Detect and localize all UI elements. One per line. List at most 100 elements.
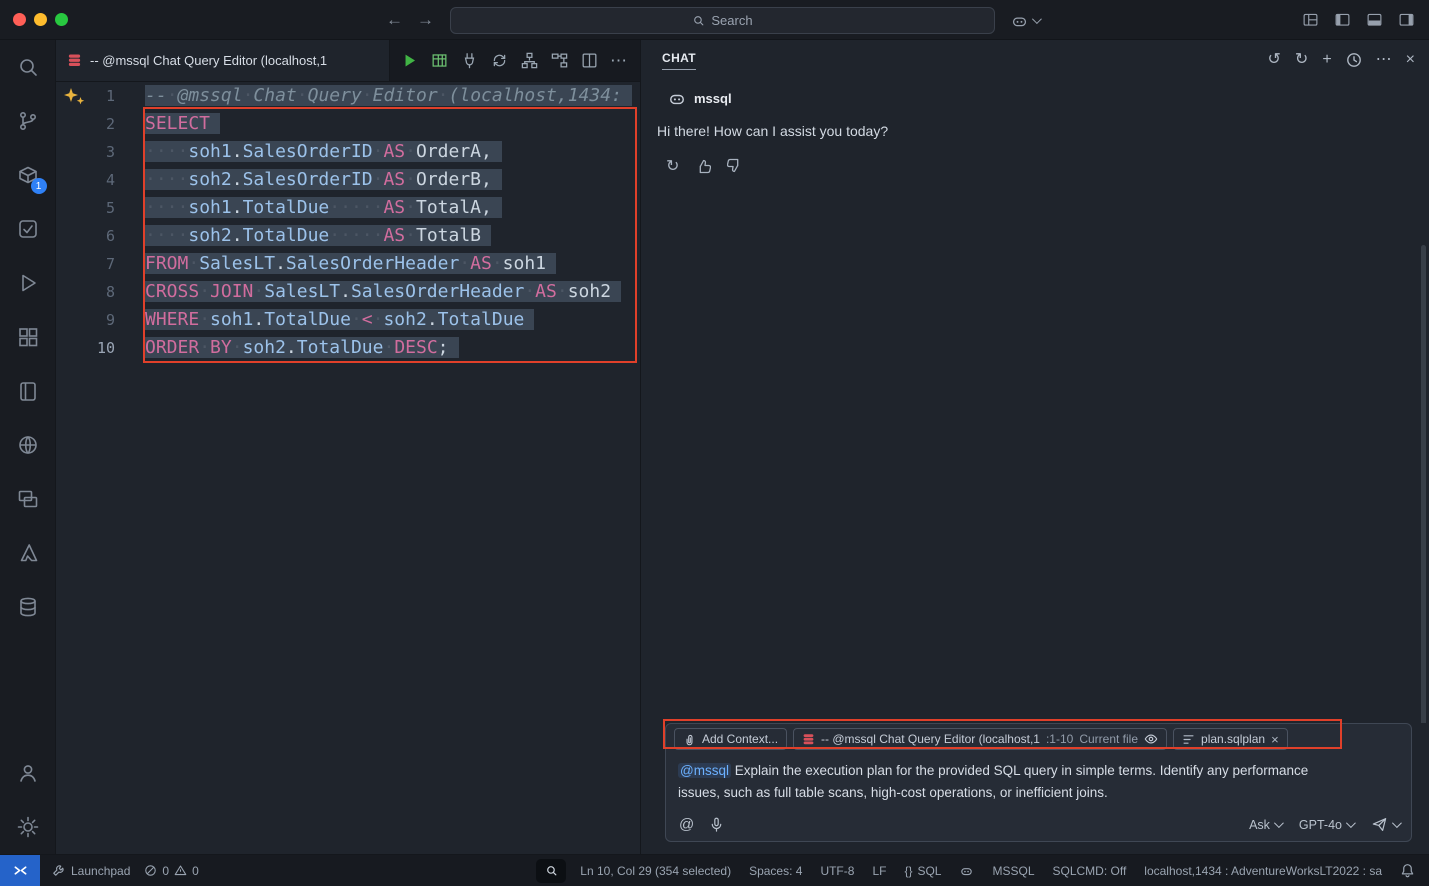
remote-indicator[interactable] [0, 855, 40, 886]
editor-tab[interactable]: -- @mssql Chat Query Editor (localhost,1 [56, 40, 390, 81]
code-line[interactable]: CROSS·JOIN·SalesLT.SalesOrderHeader·AS·s… [145, 278, 640, 306]
code-line[interactable]: ····soh1.TotalDue·····AS·TotalA, [145, 194, 640, 222]
status-bar: Launchpad 0 0 Ln 10, Col 29 (354 selecte… [0, 854, 1429, 886]
connect-plug-icon[interactable] [460, 51, 479, 70]
settings-sidebar-item[interactable] [0, 800, 56, 854]
schema-hierarchy-icon[interactable] [520, 51, 539, 70]
eye-icon[interactable] [1144, 732, 1158, 746]
zoom-indicator[interactable] [536, 859, 566, 883]
eol-status-item[interactable]: LF [872, 864, 886, 878]
current-file-chip[interactable]: -- @mssql Chat Query Editor (localhost,1… [793, 728, 1167, 750]
mode-selector[interactable]: Ask [1249, 818, 1281, 832]
github-sidebar-item[interactable] [0, 418, 56, 472]
editor-pane: -- @mssql Chat Query Editor (localhost,1… [56, 40, 640, 854]
code-line[interactable]: SELECT [145, 110, 640, 138]
code-line[interactable]: ····soh2.SalesOrderID·AS·OrderB, [145, 166, 640, 194]
account-sidebar-item[interactable] [0, 746, 56, 800]
azure-sidebar-item[interactable] [0, 526, 56, 580]
new-chat-icon[interactable]: + [1322, 52, 1331, 68]
remote-icon [12, 862, 29, 879]
bell-icon [1400, 863, 1415, 878]
code-line[interactable]: WHERE·soh1.TotalDue·<·soh2.TotalDue [145, 306, 640, 334]
copilot-icon [959, 863, 974, 878]
chat-tab-label[interactable]: CHAT [662, 51, 696, 70]
connection-status-item[interactable]: localhost,1434 : AdventureWorksLT2022 : … [1144, 864, 1382, 878]
toggle-primary-sidebar-icon[interactable] [1334, 12, 1351, 29]
close-icon[interactable]: × [1271, 732, 1279, 747]
close-window-button[interactable] [13, 13, 26, 26]
mention-icon[interactable]: @ [679, 816, 694, 833]
copilot-status-item[interactable] [959, 863, 974, 878]
minimize-window-button[interactable] [34, 13, 47, 26]
redo-icon[interactable]: ↻ [1295, 52, 1308, 68]
regenerate-icon[interactable]: ↻ [666, 156, 679, 176]
code-line[interactable]: ORDER·BY·soh2.TotalDue·DESC; [145, 334, 640, 362]
mssql-status-item[interactable]: MSSQL [992, 864, 1034, 878]
encoding-status-item[interactable]: UTF-8 [820, 864, 854, 878]
code-line[interactable]: FROM·SalesLT.SalesOrderHeader·AS·soh1 [145, 250, 640, 278]
scrollbar[interactable] [1421, 245, 1426, 723]
more-actions-icon[interactable]: ⋯ [610, 51, 627, 71]
cursor-position-status-item[interactable]: Ln 10, Col 29 (354 selected) [580, 864, 731, 878]
copilot-avatar-icon [667, 88, 687, 108]
results-grid-icon[interactable] [430, 51, 449, 70]
command-center-search[interactable]: Search [450, 7, 995, 34]
database-sidebar-item[interactable] [0, 580, 56, 634]
toggle-panel-icon[interactable] [1366, 12, 1383, 29]
notifications-bell[interactable] [1400, 863, 1415, 878]
chat-input-toolbar: @ Ask GPT-4o [674, 814, 1403, 835]
copilot-menu[interactable] [1010, 0, 1039, 40]
customize-layout-icon[interactable] [1302, 12, 1319, 29]
toggle-secondary-sidebar-icon[interactable] [1398, 12, 1415, 29]
chat-history-icon[interactable] [1346, 52, 1362, 68]
problems-status-item[interactable]: 0 0 [144, 864, 198, 878]
search-sidebar-item[interactable] [0, 40, 56, 94]
estimated-plan-icon[interactable] [550, 51, 569, 70]
navigate-forward-icon[interactable]: → [417, 10, 434, 30]
chat-input-box[interactable]: Add Context... -- @mssql Chat Query Edit… [665, 723, 1412, 842]
chevron-down-icon [1392, 818, 1402, 828]
tab-title: -- @mssql Chat Query Editor (localhost,1 [90, 53, 327, 68]
model-label: GPT-4o [1299, 818, 1342, 832]
code-line[interactable]: --·@mssql·Chat·Query·Editor·(localhost,1… [145, 82, 640, 110]
code-line[interactable]: ····soh2.TotalDue·····AS·TotalB [145, 222, 640, 250]
close-icon[interactable]: × [1406, 52, 1415, 68]
launchpad-status-item[interactable]: Launchpad [52, 864, 130, 878]
microphone-icon[interactable] [709, 817, 724, 832]
indentation-status-item[interactable]: Spaces: 4 [749, 864, 802, 878]
change-connection-icon[interactable] [490, 51, 509, 70]
remote-explorer-sidebar-item[interactable] [0, 472, 56, 526]
globe-icon [16, 433, 40, 457]
checklist-sidebar-item[interactable] [0, 202, 56, 256]
more-actions-icon[interactable]: ⋯ [1376, 52, 1392, 68]
split-editor-icon[interactable] [580, 51, 599, 70]
undo-icon[interactable]: ↺ [1268, 52, 1281, 68]
traffic-lights [13, 13, 68, 26]
navigate-back-icon[interactable]: ← [386, 10, 403, 30]
sqlcmd-status-item[interactable]: SQLCMD: Off [1053, 864, 1127, 878]
mode-label: Ask [1249, 818, 1270, 832]
plan-file-chip[interactable]: plan.sqlplan × [1173, 728, 1288, 750]
search-icon [692, 14, 705, 27]
extensions-sidebar-item[interactable] [0, 310, 56, 364]
message-sender: mssql [694, 91, 732, 106]
code-editor[interactable]: 12345678910 --·@mssql·Chat·Query·Editor·… [56, 82, 640, 854]
zoom-window-button[interactable] [55, 13, 68, 26]
code-line[interactable]: ····soh1.SalesOrderID·AS·OrderA, [145, 138, 640, 166]
run-query-button[interactable] [400, 51, 419, 70]
language-status-item[interactable]: {} SQL [904, 864, 941, 878]
chat-input-text[interactable]: @mssql Explain the execution plan for th… [674, 750, 1344, 814]
activity-badge: 1 [31, 178, 47, 194]
run-and-debug-sidebar-item[interactable] [0, 256, 56, 310]
model-selector[interactable]: GPT-4o [1299, 818, 1353, 832]
database-projects-sidebar-item[interactable]: 1 [0, 148, 56, 202]
title-bar: ← → Search [0, 0, 1429, 40]
message-text: Hi there! How can I assist you today? [657, 123, 1413, 139]
thumbs-down-icon[interactable] [727, 158, 743, 174]
add-context-button[interactable]: Add Context... [674, 728, 787, 750]
line-number: 6 [56, 222, 115, 250]
source-control-sidebar-item[interactable] [0, 94, 56, 148]
send-button[interactable] [1371, 816, 1399, 833]
notebook-sidebar-item[interactable] [0, 364, 56, 418]
thumbs-up-icon[interactable] [695, 158, 711, 174]
